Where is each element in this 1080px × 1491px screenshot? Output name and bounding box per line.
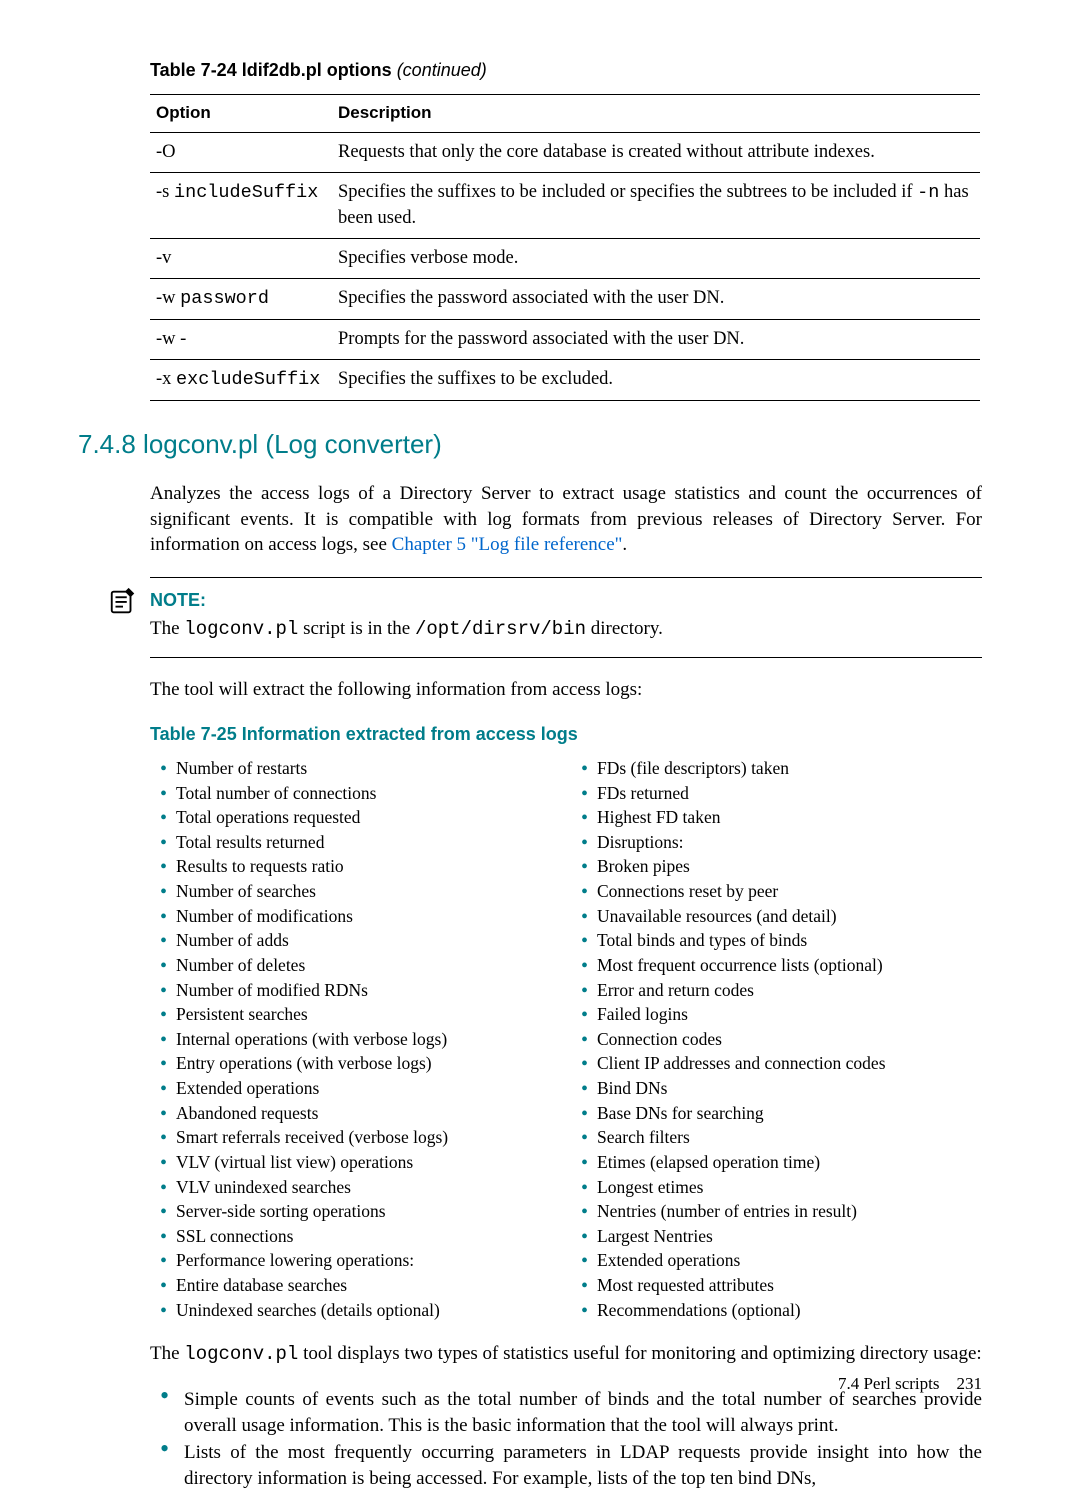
para1-post: .: [622, 534, 627, 555]
info-list-left: Number of restartsTotal number of connec…: [150, 756, 561, 1323]
caption-continued: (continued): [392, 60, 487, 80]
option-cell: -O: [150, 133, 332, 173]
list-item: Lists of the most frequently occurring p…: [150, 1440, 982, 1491]
table-24: Option Description -ORequests that only …: [150, 94, 980, 401]
para3-pre: The: [150, 1343, 184, 1364]
list-item: Total number of connections: [150, 782, 561, 806]
note-mid: script is in the: [298, 618, 415, 639]
table-row: -ORequests that only the core database i…: [150, 133, 980, 173]
list-item: Highest FD taken: [571, 806, 982, 830]
list-item: VLV unindexed searches: [150, 1176, 561, 1200]
description-cell: Specifies verbose mode.: [332, 239, 980, 279]
caption-text: Table 7-24 ldif2db.pl options: [150, 60, 392, 80]
list-item: Server-side sorting operations: [150, 1200, 561, 1224]
log-file-reference-link[interactable]: Chapter 5 "Log file reference": [392, 534, 623, 555]
statistics-bullets: Simple counts of events such as the tota…: [150, 1387, 982, 1491]
note-block: NOTE: The logconv.pl script is in the /o…: [150, 577, 982, 658]
list-item: Smart referrals received (verbose logs): [150, 1126, 561, 1150]
list-item: Most frequent occurrence lists (optional…: [571, 954, 982, 978]
list-item: Disruptions:: [571, 831, 982, 855]
list-item: Failed logins: [571, 1003, 982, 1027]
note-post: directory.: [586, 618, 663, 639]
list-item: Largest Nentries: [571, 1225, 982, 1249]
list-item: Total operations requested: [150, 806, 561, 830]
list-item: Number of adds: [150, 929, 561, 953]
list-item: Unavailable resources (and detail): [571, 905, 982, 929]
para-2: The tool will extract the following info…: [150, 677, 982, 703]
list-item: Extended operations: [150, 1077, 561, 1101]
list-item: Extended operations: [571, 1249, 982, 1273]
list-item: Broken pipes: [571, 855, 982, 879]
footer-page: 231: [957, 1374, 983, 1393]
th-description: Description: [332, 95, 980, 133]
list-item: Unindexed searches (details optional): [150, 1299, 561, 1323]
table-row: -w -Prompts for the password associated …: [150, 320, 980, 360]
table-25-caption: Table 7-25 Information extracted from ac…: [150, 722, 982, 746]
info-list-right: FDs (file descriptors) takenFDs returned…: [571, 756, 982, 1323]
description-cell: Requests that only the core database is …: [332, 133, 980, 173]
note-icon: [108, 586, 138, 616]
para-3: The logconv.pl tool displays two types o…: [150, 1341, 982, 1368]
option-cell: -s includeSuffix: [150, 173, 332, 239]
list-item: Connections reset by peer: [571, 880, 982, 904]
list-item: Total binds and types of binds: [571, 929, 982, 953]
description-cell: Specifies the suffixes to be excluded.: [332, 360, 980, 401]
list-item: Number of restarts: [150, 757, 561, 781]
table-row: -vSpecifies verbose mode.: [150, 239, 980, 279]
table-row: -x excludeSuffixSpecifies the suffixes t…: [150, 360, 980, 401]
table-row: -w passwordSpecifies the password associ…: [150, 279, 980, 320]
list-item: Internal operations (with verbose logs): [150, 1028, 561, 1052]
list-item: Number of searches: [150, 880, 561, 904]
list-item: Etimes (elapsed operation time): [571, 1151, 982, 1175]
list-item: Longest etimes: [571, 1176, 982, 1200]
list-item: Persistent searches: [150, 1003, 561, 1027]
list-item: Abandoned requests: [150, 1102, 561, 1126]
para3-code: logconv.pl: [184, 1343, 298, 1365]
th-option: Option: [150, 95, 332, 133]
list-item: Base DNs for searching: [571, 1102, 982, 1126]
page-footer: 7.4 Perl scripts 231: [838, 1373, 982, 1396]
list-item: SSL connections: [150, 1225, 561, 1249]
option-cell: -x excludeSuffix: [150, 360, 332, 401]
list-item: FDs (file descriptors) taken: [571, 757, 982, 781]
section-para-1: Analyzes the access logs of a Directory …: [150, 481, 982, 558]
description-cell: Prompts for the password associated with…: [332, 320, 980, 360]
option-cell: -v: [150, 239, 332, 279]
description-cell: Specifies the password associated with t…: [332, 279, 980, 320]
list-item: Nentries (number of entries in result): [571, 1200, 982, 1224]
option-cell: -w -: [150, 320, 332, 360]
option-cell: -w password: [150, 279, 332, 320]
list-item: FDs returned: [571, 782, 982, 806]
para3-post: tool displays two types of statistics us…: [298, 1343, 981, 1364]
info-list-columns: Number of restartsTotal number of connec…: [150, 756, 982, 1323]
note-code-1: logconv.pl: [184, 618, 298, 640]
description-cell: Specifies the suffixes to be included or…: [332, 173, 980, 239]
list-item: Performance lowering operations:: [150, 1249, 561, 1273]
list-item: Recommendations (optional): [571, 1299, 982, 1323]
table-24-caption: Table 7-24 ldif2db.pl options (continued…: [150, 58, 982, 82]
list-item: Error and return codes: [571, 979, 982, 1003]
note-pre: The: [150, 618, 184, 639]
list-item: Connection codes: [571, 1028, 982, 1052]
list-item: Most requested attributes: [571, 1274, 982, 1298]
list-item: Bind DNs: [571, 1077, 982, 1101]
list-item: Results to requests ratio: [150, 855, 561, 879]
note-title: NOTE:: [150, 588, 982, 612]
list-item: Search filters: [571, 1126, 982, 1150]
list-item: Client IP addresses and connection codes: [571, 1052, 982, 1076]
list-item: Number of modified RDNs: [150, 979, 561, 1003]
section-heading: 7.4.8 logconv.pl (Log converter): [78, 427, 982, 462]
list-item: VLV (virtual list view) operations: [150, 1151, 561, 1175]
note-code-2: /opt/dirsrv/bin: [415, 618, 586, 640]
list-item: Entry operations (with verbose logs): [150, 1052, 561, 1076]
footer-section: 7.4 Perl scripts: [838, 1374, 940, 1393]
list-item: Total results returned: [150, 831, 561, 855]
list-item: Number of deletes: [150, 954, 561, 978]
table-row: -s includeSuffixSpecifies the suffixes t…: [150, 173, 980, 239]
list-item: Number of modifications: [150, 905, 561, 929]
list-item: Entire database searches: [150, 1274, 561, 1298]
note-body: The logconv.pl script is in the /opt/dir…: [150, 616, 982, 643]
